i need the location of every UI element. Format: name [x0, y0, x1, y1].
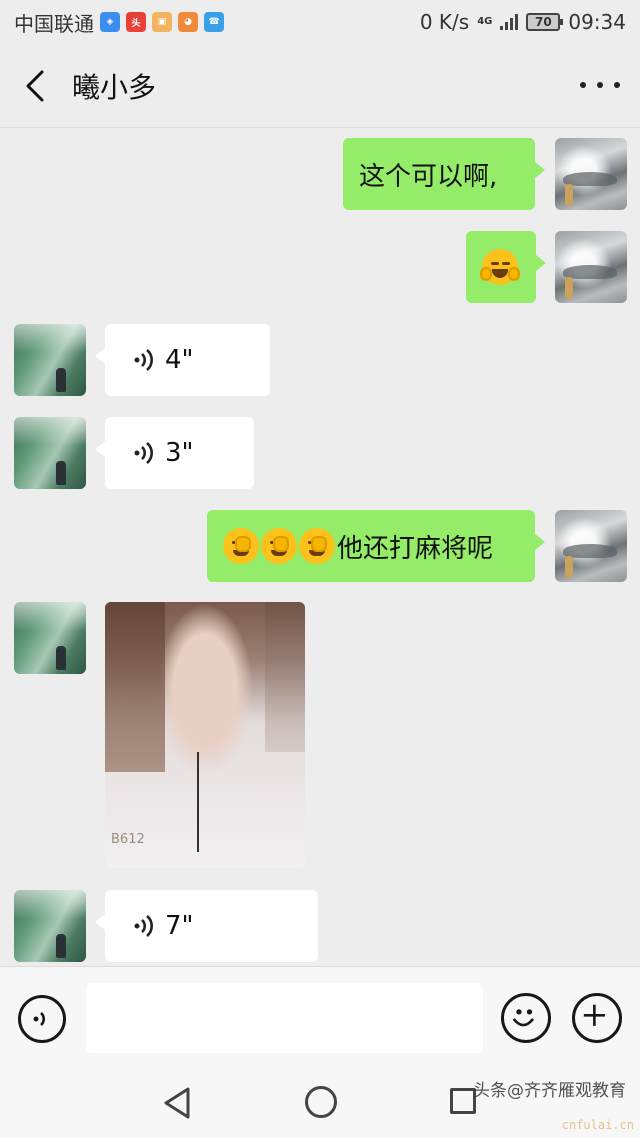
voice-message-bubble[interactable]: 7" — [95, 890, 318, 962]
box-app-icon: ▣ — [152, 12, 172, 32]
status-right: 0 K/s 4G 70 09:34 — [420, 10, 626, 34]
message-bubble-sent-emoji[interactable] — [466, 231, 546, 303]
more-functions-plus-icon[interactable] — [572, 993, 622, 1043]
voice-wave-icon — [33, 1012, 45, 1026]
toutiao-watermark: 头条@齐齐雁观教育 — [473, 1081, 626, 1101]
voice-duration: 4" — [165, 345, 194, 375]
my-avatar[interactable] — [555, 138, 627, 210]
voice-duration: 7" — [165, 911, 194, 941]
message-input[interactable] — [86, 983, 483, 1053]
my-avatar[interactable] — [555, 510, 627, 582]
input-bar — [0, 966, 640, 1068]
battery-icon: 70 — [526, 13, 564, 31]
chat-header: 曦小多 — [0, 44, 640, 128]
shield-app-icon: ◈ — [100, 12, 120, 32]
signal-icon — [500, 14, 519, 30]
clock: 09:34 — [568, 10, 626, 34]
voice-input-toggle-icon[interactable] — [18, 995, 66, 1043]
status-bar: 中国联通 ◈ 头 ▣ ◕ ☎ 0 K/s 4G 70 09:34 — [0, 0, 640, 44]
chat-title: 曦小多 — [72, 71, 157, 104]
facepalm-icon — [261, 528, 297, 564]
image-message[interactable]: B612 — [105, 602, 305, 868]
voice-message-bubble[interactable]: 4" — [95, 324, 270, 396]
hugging-face-icon — [480, 249, 520, 285]
message-bubble-sent[interactable]: 这个可以啊, — [343, 138, 545, 210]
emoji-picker-icon[interactable] — [501, 993, 551, 1043]
fox-app-icon: ◕ — [178, 12, 198, 32]
facepalm-icon — [223, 528, 259, 564]
voice-message-bubble[interactable]: 3" — [95, 417, 254, 489]
net-type-icon: 4G — [477, 16, 493, 27]
contact-avatar[interactable] — [14, 324, 86, 396]
nav-home-icon[interactable] — [305, 1086, 337, 1118]
voice-duration: 3" — [165, 438, 194, 468]
carrier-name: 中国联通 — [14, 11, 94, 36]
voice-wave-icon — [134, 915, 153, 937]
more-options-icon[interactable] — [580, 70, 620, 100]
nav-back-icon[interactable] — [162, 1086, 194, 1120]
voice-wave-icon — [134, 442, 153, 464]
status-left: 中国联通 ◈ 头 ▣ ◕ ☎ — [14, 8, 224, 37]
message-text: 这个可以啊, — [359, 161, 498, 192]
contact-avatar[interactable] — [14, 890, 86, 962]
photo-watermark: B612 — [111, 832, 145, 847]
contact-avatar[interactable] — [14, 602, 86, 674]
message-text: 他还打麻将呢 — [337, 533, 494, 564]
toutiao-app-icon: 头 — [126, 12, 146, 32]
phone-app-icon: ☎ — [204, 12, 224, 32]
voice-wave-icon — [134, 349, 153, 371]
contact-avatar[interactable] — [14, 417, 86, 489]
message-bubble-sent[interactable]: 他还打麻将呢 — [207, 510, 545, 582]
my-avatar[interactable] — [555, 231, 627, 303]
back-arrow-icon[interactable] — [22, 68, 52, 104]
facepalm-icon — [299, 528, 335, 564]
site-watermark: cnfulai.cn — [561, 1118, 634, 1132]
battery-level: 70 — [535, 15, 552, 29]
net-speed: 0 K/s — [419, 10, 470, 34]
